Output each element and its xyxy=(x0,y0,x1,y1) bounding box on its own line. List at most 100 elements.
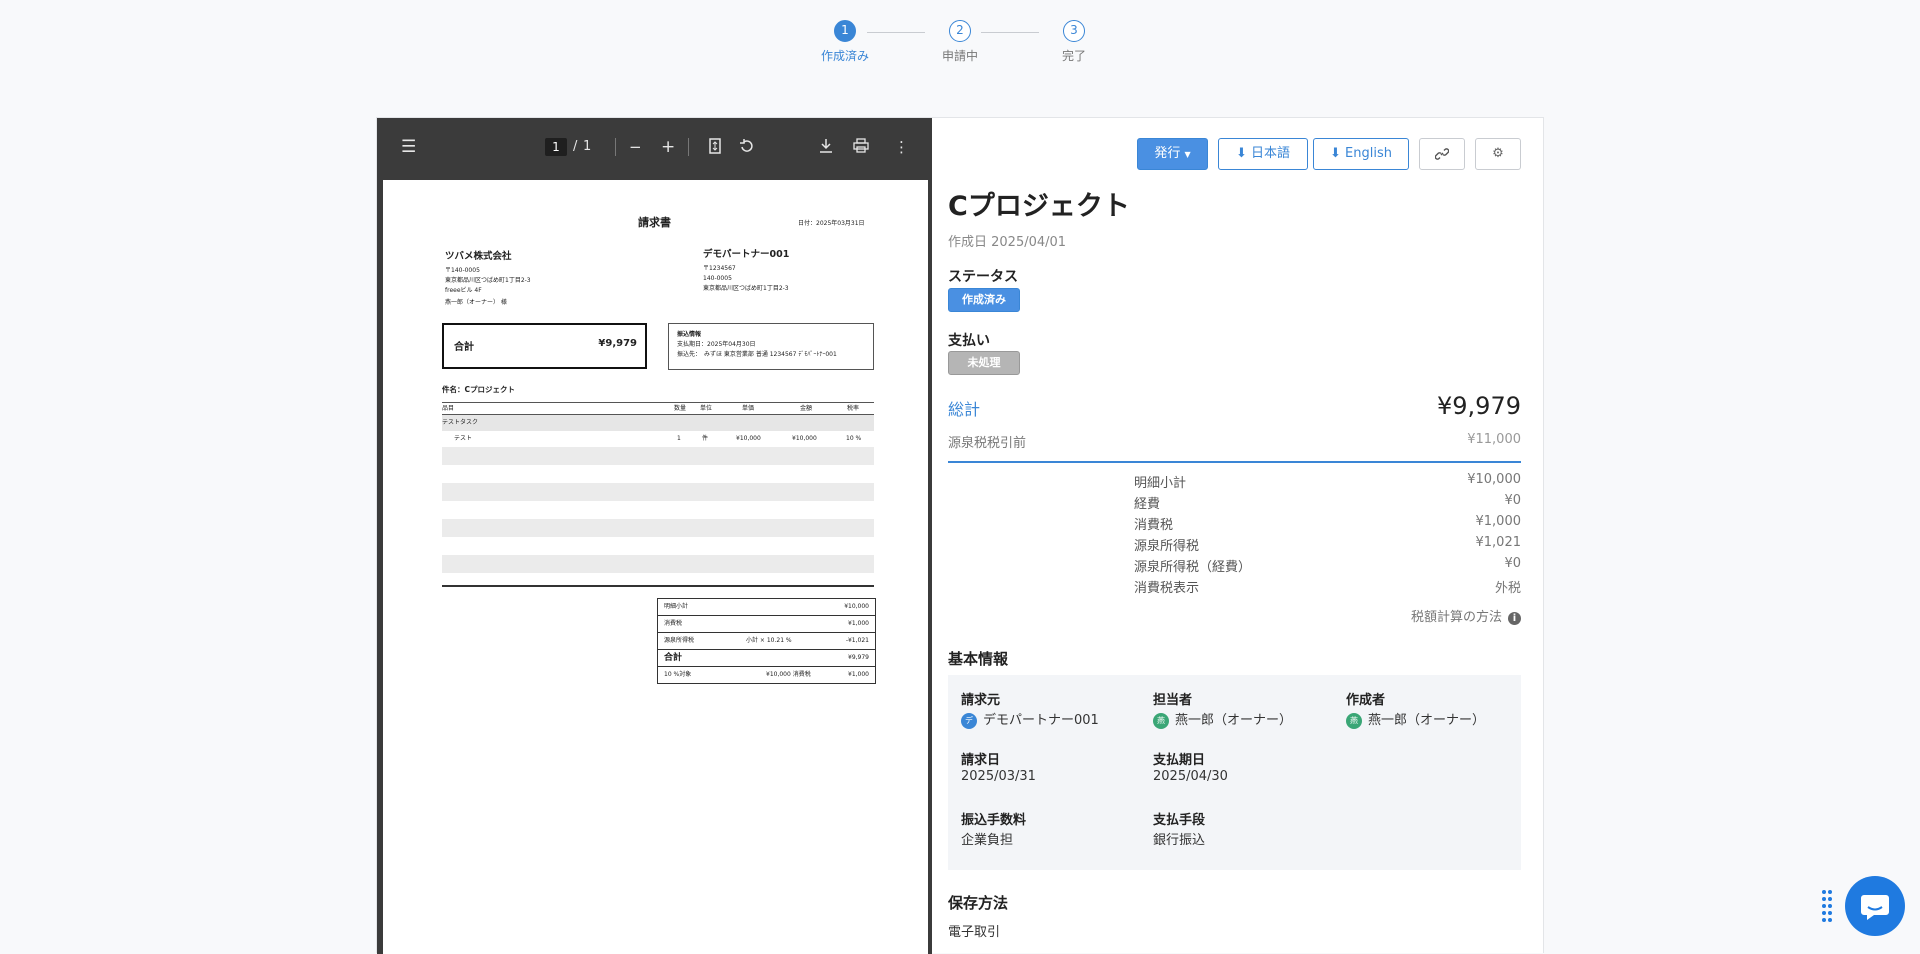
step-applying: 2 申請中 xyxy=(925,20,995,64)
caret-down-icon: ▼ xyxy=(1184,150,1191,159)
invoice-date: 日付：2025年03月31日 xyxy=(798,220,865,227)
more-options-icon[interactable]: ⋮ xyxy=(894,138,909,156)
step-number: 1 xyxy=(834,20,856,42)
payment-method-value: 銀行振込 xyxy=(1153,833,1206,848)
invoice-subject: 件名：Cプロジェクト xyxy=(442,385,516,394)
download-english-button[interactable]: ⬇ English xyxy=(1313,138,1409,170)
step-created: 1 作成済み xyxy=(810,20,880,64)
table-row: テストタスク xyxy=(442,415,874,431)
toolbar-divider xyxy=(688,138,689,156)
invoice-detail-panel: 発行 ▼ ⬇ 日本語 ⬇ English ⚙ Cプロジェクト 作成日 2025/… xyxy=(932,118,1545,954)
invoice-title: 請求書 xyxy=(638,216,671,229)
transfer-fee-value: 企業負担 xyxy=(961,833,1014,848)
cell: ¥1,000 xyxy=(848,671,869,678)
copy-link-button[interactable] xyxy=(1419,138,1465,170)
page-total: 1 xyxy=(583,139,592,154)
zoom-in-icon[interactable]: + xyxy=(661,138,675,156)
breakdown-label: 源泉所得税（経費） xyxy=(1134,560,1252,575)
toolbar-divider xyxy=(615,138,616,156)
line-items-table: 品目 数量 単位 単価 金額 税率 テストタスク テスト 1 件 ¥10,000… xyxy=(442,402,874,573)
link-icon xyxy=(1434,146,1450,161)
column-header: 単位 xyxy=(700,405,713,412)
fit-page-icon[interactable] xyxy=(709,138,721,158)
issue-label: 発行 xyxy=(1154,146,1181,161)
total-value: ¥9,979 xyxy=(1437,392,1521,420)
summary-row: 10 %対象 ¥10,000 消費税 ¥1,000 xyxy=(658,667,875,684)
chat-button[interactable] xyxy=(1845,876,1905,936)
storage-title: 保存方法 xyxy=(948,894,1009,912)
issuer-company: ツバメ株式会社 xyxy=(445,251,512,262)
breakdown-value: ¥1,021 xyxy=(1475,535,1522,550)
print-icon[interactable] xyxy=(853,138,869,158)
issue-dropdown-button[interactable]: 発行 ▼ xyxy=(1137,138,1208,170)
cell: ¥9,979 xyxy=(848,654,869,661)
cell: ¥10,000 消費税 xyxy=(766,671,811,678)
column-header: 単価 xyxy=(742,405,755,412)
settings-button[interactable]: ⚙ xyxy=(1475,138,1521,170)
table-row xyxy=(442,555,874,573)
address-line: 140-0005 xyxy=(703,275,732,282)
summary-row: 源泉所得税 小計 × 10.21 % -¥1,021 xyxy=(658,633,875,650)
cell: -¥1,021 xyxy=(845,637,869,644)
total-divider xyxy=(948,461,1521,463)
download-icon: ⬇ xyxy=(1235,146,1247,161)
page-number-input[interactable]: 1 xyxy=(545,138,567,156)
pdf-toolbar: ☰ 1 / 1 − + ⋮ xyxy=(377,118,932,178)
cell: 1 xyxy=(677,435,681,442)
breakdown-value: 外税 xyxy=(1494,581,1521,596)
status-label: ステータス xyxy=(948,269,1018,285)
gear-icon: ⚙ xyxy=(1492,146,1504,161)
cell: ¥10,000 xyxy=(736,435,761,442)
breakdown-label: 源泉所得税 xyxy=(1134,539,1200,554)
breakdown-value: ¥0 xyxy=(1504,556,1521,571)
invoice-card: ☰ 1 / 1 − + ⋮ 請求書 日付：2025年03月31日 ツバメ株式会社… xyxy=(376,117,1545,954)
table-row xyxy=(442,483,874,501)
address-line: 東京都品川区つばめ町1丁目2-3 xyxy=(445,277,531,284)
tax-calc-method-label: 税額計算の方法 xyxy=(1410,610,1502,625)
creator-name: 燕一郎（オーナー） xyxy=(1368,713,1486,728)
assignee-label: 担当者 xyxy=(1153,693,1193,708)
progress-stepper: 1 作成済み 2 申請中 3 完了 xyxy=(810,20,1110,70)
zoom-out-icon[interactable]: − xyxy=(629,138,642,156)
step-number: 2 xyxy=(949,20,971,42)
creator-value: 燕燕一郎（オーナー） xyxy=(1346,709,1485,729)
page-title: Cプロジェクト xyxy=(948,191,1130,222)
step-done: 3 完了 xyxy=(1039,20,1109,64)
creator-label: 作成者 xyxy=(1346,693,1386,708)
drag-handle-icon[interactable] xyxy=(1822,890,1834,922)
basic-info-box: 請求元 デデモパートナー001 担当者 燕燕一郎（オーナー） 作成者 燕燕一郎（… xyxy=(948,675,1521,870)
table-row xyxy=(442,447,874,465)
partner-name: デモパートナー001 xyxy=(703,249,790,260)
billing-from-label: 請求元 xyxy=(961,693,1001,708)
summary-row: 消費税 ¥1,000 xyxy=(658,616,875,633)
address-line: 東京都品川区つばめ町1丁目2-3 xyxy=(703,285,789,292)
download-icon[interactable] xyxy=(819,138,833,158)
total-label: 合計 xyxy=(454,342,474,353)
basic-info-title: 基本情報 xyxy=(948,650,1009,668)
pretax-label: 源泉税税引前 xyxy=(948,436,1027,451)
menu-icon[interactable]: ☰ xyxy=(401,138,416,156)
info-icon: i xyxy=(1508,612,1521,625)
due-date-label: 支払期日 xyxy=(1153,753,1206,768)
creator-avatar: 燕 xyxy=(1346,712,1362,729)
download-japanese-button[interactable]: ⬇ 日本語 xyxy=(1218,138,1308,170)
cell: ¥10,000 xyxy=(792,435,817,442)
step-label: 完了 xyxy=(1061,49,1086,63)
address-line: freeeビル 4F xyxy=(445,287,482,294)
pdf-viewer: ☰ 1 / 1 − + ⋮ 請求書 日付：2025年03月31日 ツバメ株式会社… xyxy=(377,118,932,954)
invoice-document: 請求書 日付：2025年03月31日 ツバメ株式会社 〒140-0005 東京都… xyxy=(383,180,928,954)
download-japanese-label: 日本語 xyxy=(1251,146,1291,161)
cell: 件 xyxy=(702,435,709,442)
page-separator: / xyxy=(573,139,578,154)
address-line: 〒1234567 xyxy=(703,265,736,272)
tax-calc-method-link[interactable]: 税額計算の方法 i xyxy=(1411,606,1521,625)
cell: テスト xyxy=(454,435,473,442)
breakdown-value: ¥1,000 xyxy=(1475,514,1522,529)
breakdown-label: 消費税 xyxy=(1134,518,1174,533)
cell: 10 %対象 xyxy=(664,671,692,678)
rotate-icon[interactable] xyxy=(739,138,755,158)
invoice-date-value: 2025/03/31 xyxy=(961,769,1036,784)
cell: 10 % xyxy=(846,435,862,442)
storage-value: 電子取引 xyxy=(948,925,1001,940)
partner-avatar: デ xyxy=(961,712,977,729)
